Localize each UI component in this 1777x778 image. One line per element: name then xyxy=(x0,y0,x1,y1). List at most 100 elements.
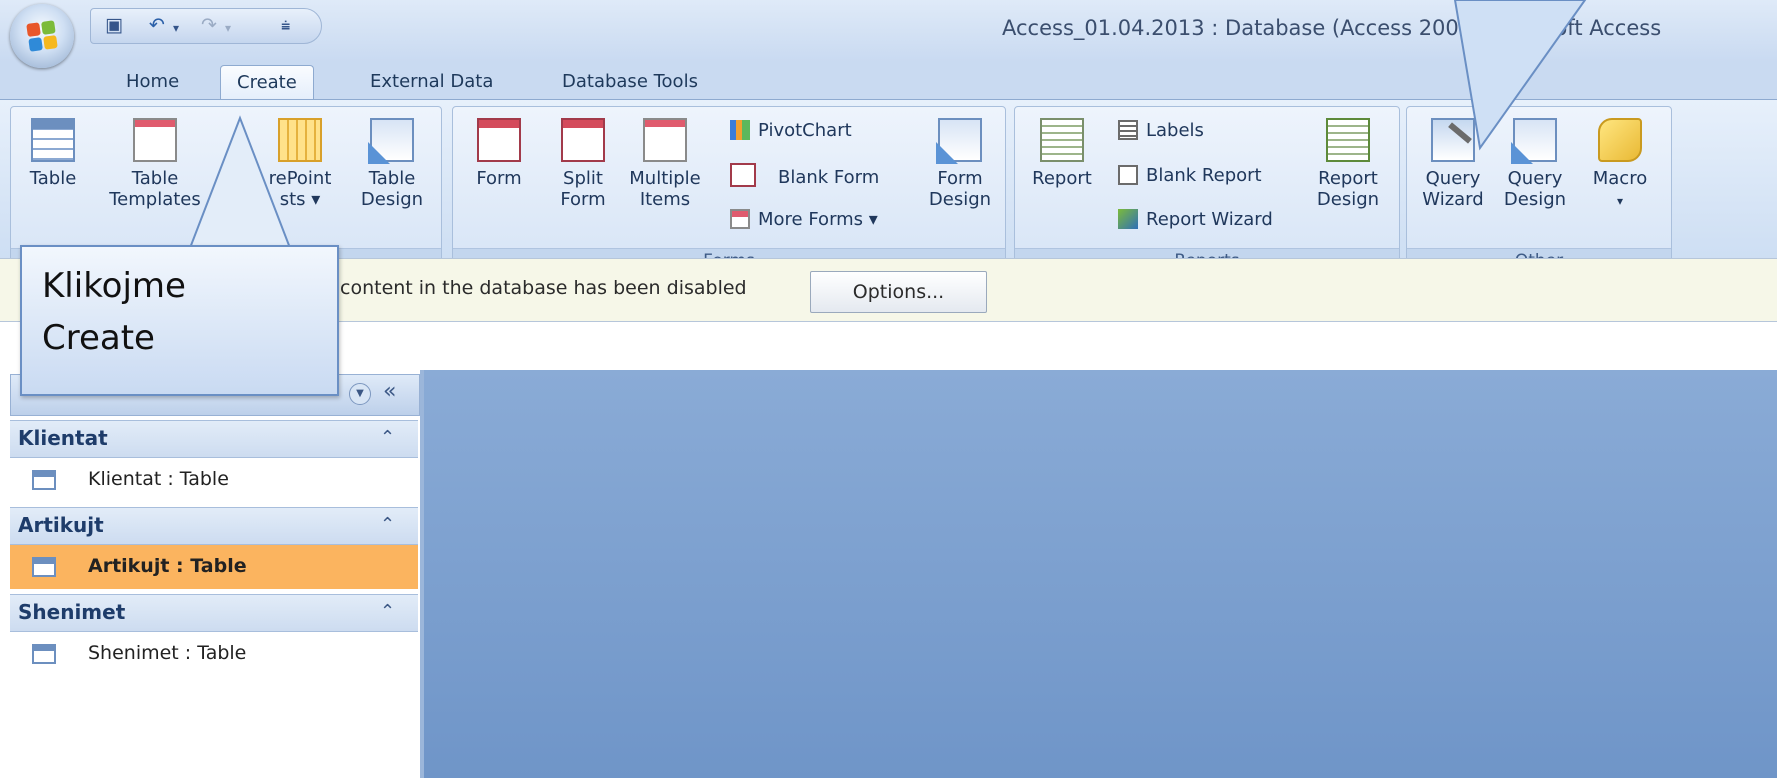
quick-access-toolbar: ▣ ↶ ▾ ↷ ▾ ⩧ xyxy=(90,8,322,44)
table-design-label-1: Table xyxy=(368,168,416,189)
nav-group-artikujt[interactable]: Artikujt ⌃ xyxy=(10,507,418,545)
nav-group-shenimet[interactable]: Shenimet ⌃ xyxy=(10,594,418,632)
report-button-label: Report xyxy=(1032,168,1092,189)
redo-dropdown-icon[interactable]: ▾ xyxy=(225,21,231,35)
save-icon[interactable]: ▣ xyxy=(105,14,123,36)
table-button-label: Table xyxy=(29,168,77,189)
sharepoint-lists-icon xyxy=(278,118,322,162)
sharepoint-lists-label-1: rePoint xyxy=(268,168,332,189)
more-forms-label: More Forms ▾ xyxy=(758,209,878,230)
nav-item-artikujt-table[interactable]: Artikujt : Table xyxy=(10,545,418,589)
macro-label: Macro xyxy=(1592,168,1648,189)
window-title-tail: Microsoft Access xyxy=(1487,16,1662,40)
nav-item-label: Klientat : Table xyxy=(88,468,229,490)
tab-home[interactable]: Home xyxy=(110,65,195,99)
redo-icon[interactable]: ↷ xyxy=(201,14,217,36)
report-design-icon xyxy=(1326,118,1370,162)
blank-form-label: Blank Form xyxy=(778,167,880,188)
multiple-items-label-2: Items xyxy=(639,189,691,210)
macro-icon xyxy=(1598,118,1642,162)
form-design-label-1: Form xyxy=(937,168,983,189)
table-icon xyxy=(32,557,56,577)
pivotchart-label: PivotChart xyxy=(758,120,852,141)
workspace-area xyxy=(424,370,1777,778)
report-design-label-1: Report xyxy=(1318,168,1378,189)
query-wizard-label-2: Wizard xyxy=(1422,189,1484,210)
multiple-items-label-1: Multiple xyxy=(629,168,701,189)
window-title-main: Access_01.04.2013 : Database (Access 200 xyxy=(1002,16,1459,40)
security-warning-text: content in the database has been disable… xyxy=(340,277,747,299)
query-wizard-label-1: Query xyxy=(1425,168,1481,189)
table-design-icon xyxy=(368,118,414,164)
query-design-label-2: Design xyxy=(1503,189,1567,210)
table-templates-button[interactable]: Table Templates xyxy=(100,118,210,210)
nav-group-label: Artikujt xyxy=(18,513,104,537)
callout-text: Klikojme Create xyxy=(42,260,186,364)
report-button[interactable]: Report xyxy=(1022,118,1102,189)
nav-collapse-icon[interactable]: « xyxy=(383,379,396,404)
split-form-button[interactable]: Split Form xyxy=(548,118,618,210)
table-icon xyxy=(32,644,56,664)
blank-report-label: Blank Report xyxy=(1146,165,1262,186)
form-design-icon xyxy=(936,118,982,164)
pivotchart-button[interactable]: PivotChart xyxy=(730,118,852,144)
report-design-button[interactable]: Report Design xyxy=(1305,118,1391,210)
report-wizard-label: Report Wizard xyxy=(1146,209,1273,230)
nav-item-klientat-table[interactable]: Klientat : Table xyxy=(10,458,418,502)
table-icon xyxy=(31,118,75,162)
undo-icon[interactable]: ↶ xyxy=(149,14,165,36)
query-design-button[interactable]: Query Design xyxy=(1492,118,1578,210)
report-icon xyxy=(1040,118,1084,162)
form-button[interactable]: Form xyxy=(464,118,534,189)
report-design-label-2: Design xyxy=(1316,189,1380,210)
nav-group-klientat[interactable]: Klientat ⌃ xyxy=(10,420,418,458)
window-title: Access_01.04.2013 : Database (Access 200… xyxy=(1002,16,1661,40)
query-design-icon xyxy=(1511,118,1557,164)
report-wizard-button[interactable]: Report Wizard xyxy=(1118,207,1273,233)
collapse-chevron-icon: ⌃ xyxy=(380,427,396,448)
blank-report-icon xyxy=(1118,165,1138,185)
sharepoint-lists-button[interactable]: rePoint sts ▾ xyxy=(240,118,360,210)
tab-create[interactable]: Create xyxy=(220,65,314,100)
report-wizard-icon xyxy=(1118,209,1138,229)
split-form-label-2: Form xyxy=(560,189,606,210)
callout-line-2: Create xyxy=(42,318,155,358)
table-templates-icon xyxy=(133,118,177,162)
office-button[interactable] xyxy=(10,4,74,68)
nav-item-shenimet-table[interactable]: Shenimet : Table xyxy=(10,632,418,676)
table-icon xyxy=(32,470,56,490)
query-wizard-button[interactable]: Query Wizard xyxy=(1410,118,1496,210)
sharepoint-lists-label-2: sts ▾ xyxy=(279,189,321,210)
multiple-items-icon xyxy=(643,118,687,162)
table-design-button[interactable]: Table Design xyxy=(350,118,434,210)
nav-item-label: Shenimet : Table xyxy=(88,642,247,664)
tab-external-data[interactable]: External Data xyxy=(354,65,509,99)
blank-report-button[interactable]: Blank Report xyxy=(1118,163,1262,189)
form-design-button[interactable]: Form Design xyxy=(920,118,1000,210)
split-form-icon xyxy=(561,118,605,162)
labels-button[interactable]: Labels xyxy=(1118,118,1204,144)
table-templates-label-2: Templates xyxy=(109,189,201,210)
more-forms-button[interactable]: More Forms ▾ xyxy=(730,207,878,233)
office-logo-icon xyxy=(26,20,58,52)
blank-form-button[interactable]: Blank Form xyxy=(730,163,879,189)
customize-qat-icon[interactable]: ⩧ xyxy=(281,16,290,36)
nav-group-label: Klientat xyxy=(18,426,108,450)
macro-dropdown-icon: ▾ xyxy=(1616,194,1624,208)
labels-icon xyxy=(1118,120,1138,140)
multiple-items-button[interactable]: Multiple Items xyxy=(622,118,708,210)
blank-form-icon xyxy=(730,163,756,187)
form-icon xyxy=(477,118,521,162)
table-button[interactable]: Table xyxy=(18,118,88,189)
query-wizard-icon xyxy=(1431,118,1475,162)
options-button[interactable]: Options... xyxy=(810,271,987,313)
nav-group-label: Shenimet xyxy=(18,600,126,624)
macro-button[interactable]: Macro ▾ xyxy=(1580,118,1660,212)
tab-database-tools[interactable]: Database Tools xyxy=(546,65,714,99)
labels-label: Labels xyxy=(1146,120,1204,141)
collapse-chevron-icon: ⌃ xyxy=(380,601,396,622)
table-templates-label-1: Table xyxy=(131,168,179,189)
nav-dropdown-icon[interactable]: ▼ xyxy=(349,383,371,405)
undo-dropdown-icon[interactable]: ▾ xyxy=(173,21,179,35)
form-design-label-2: Design xyxy=(928,189,992,210)
